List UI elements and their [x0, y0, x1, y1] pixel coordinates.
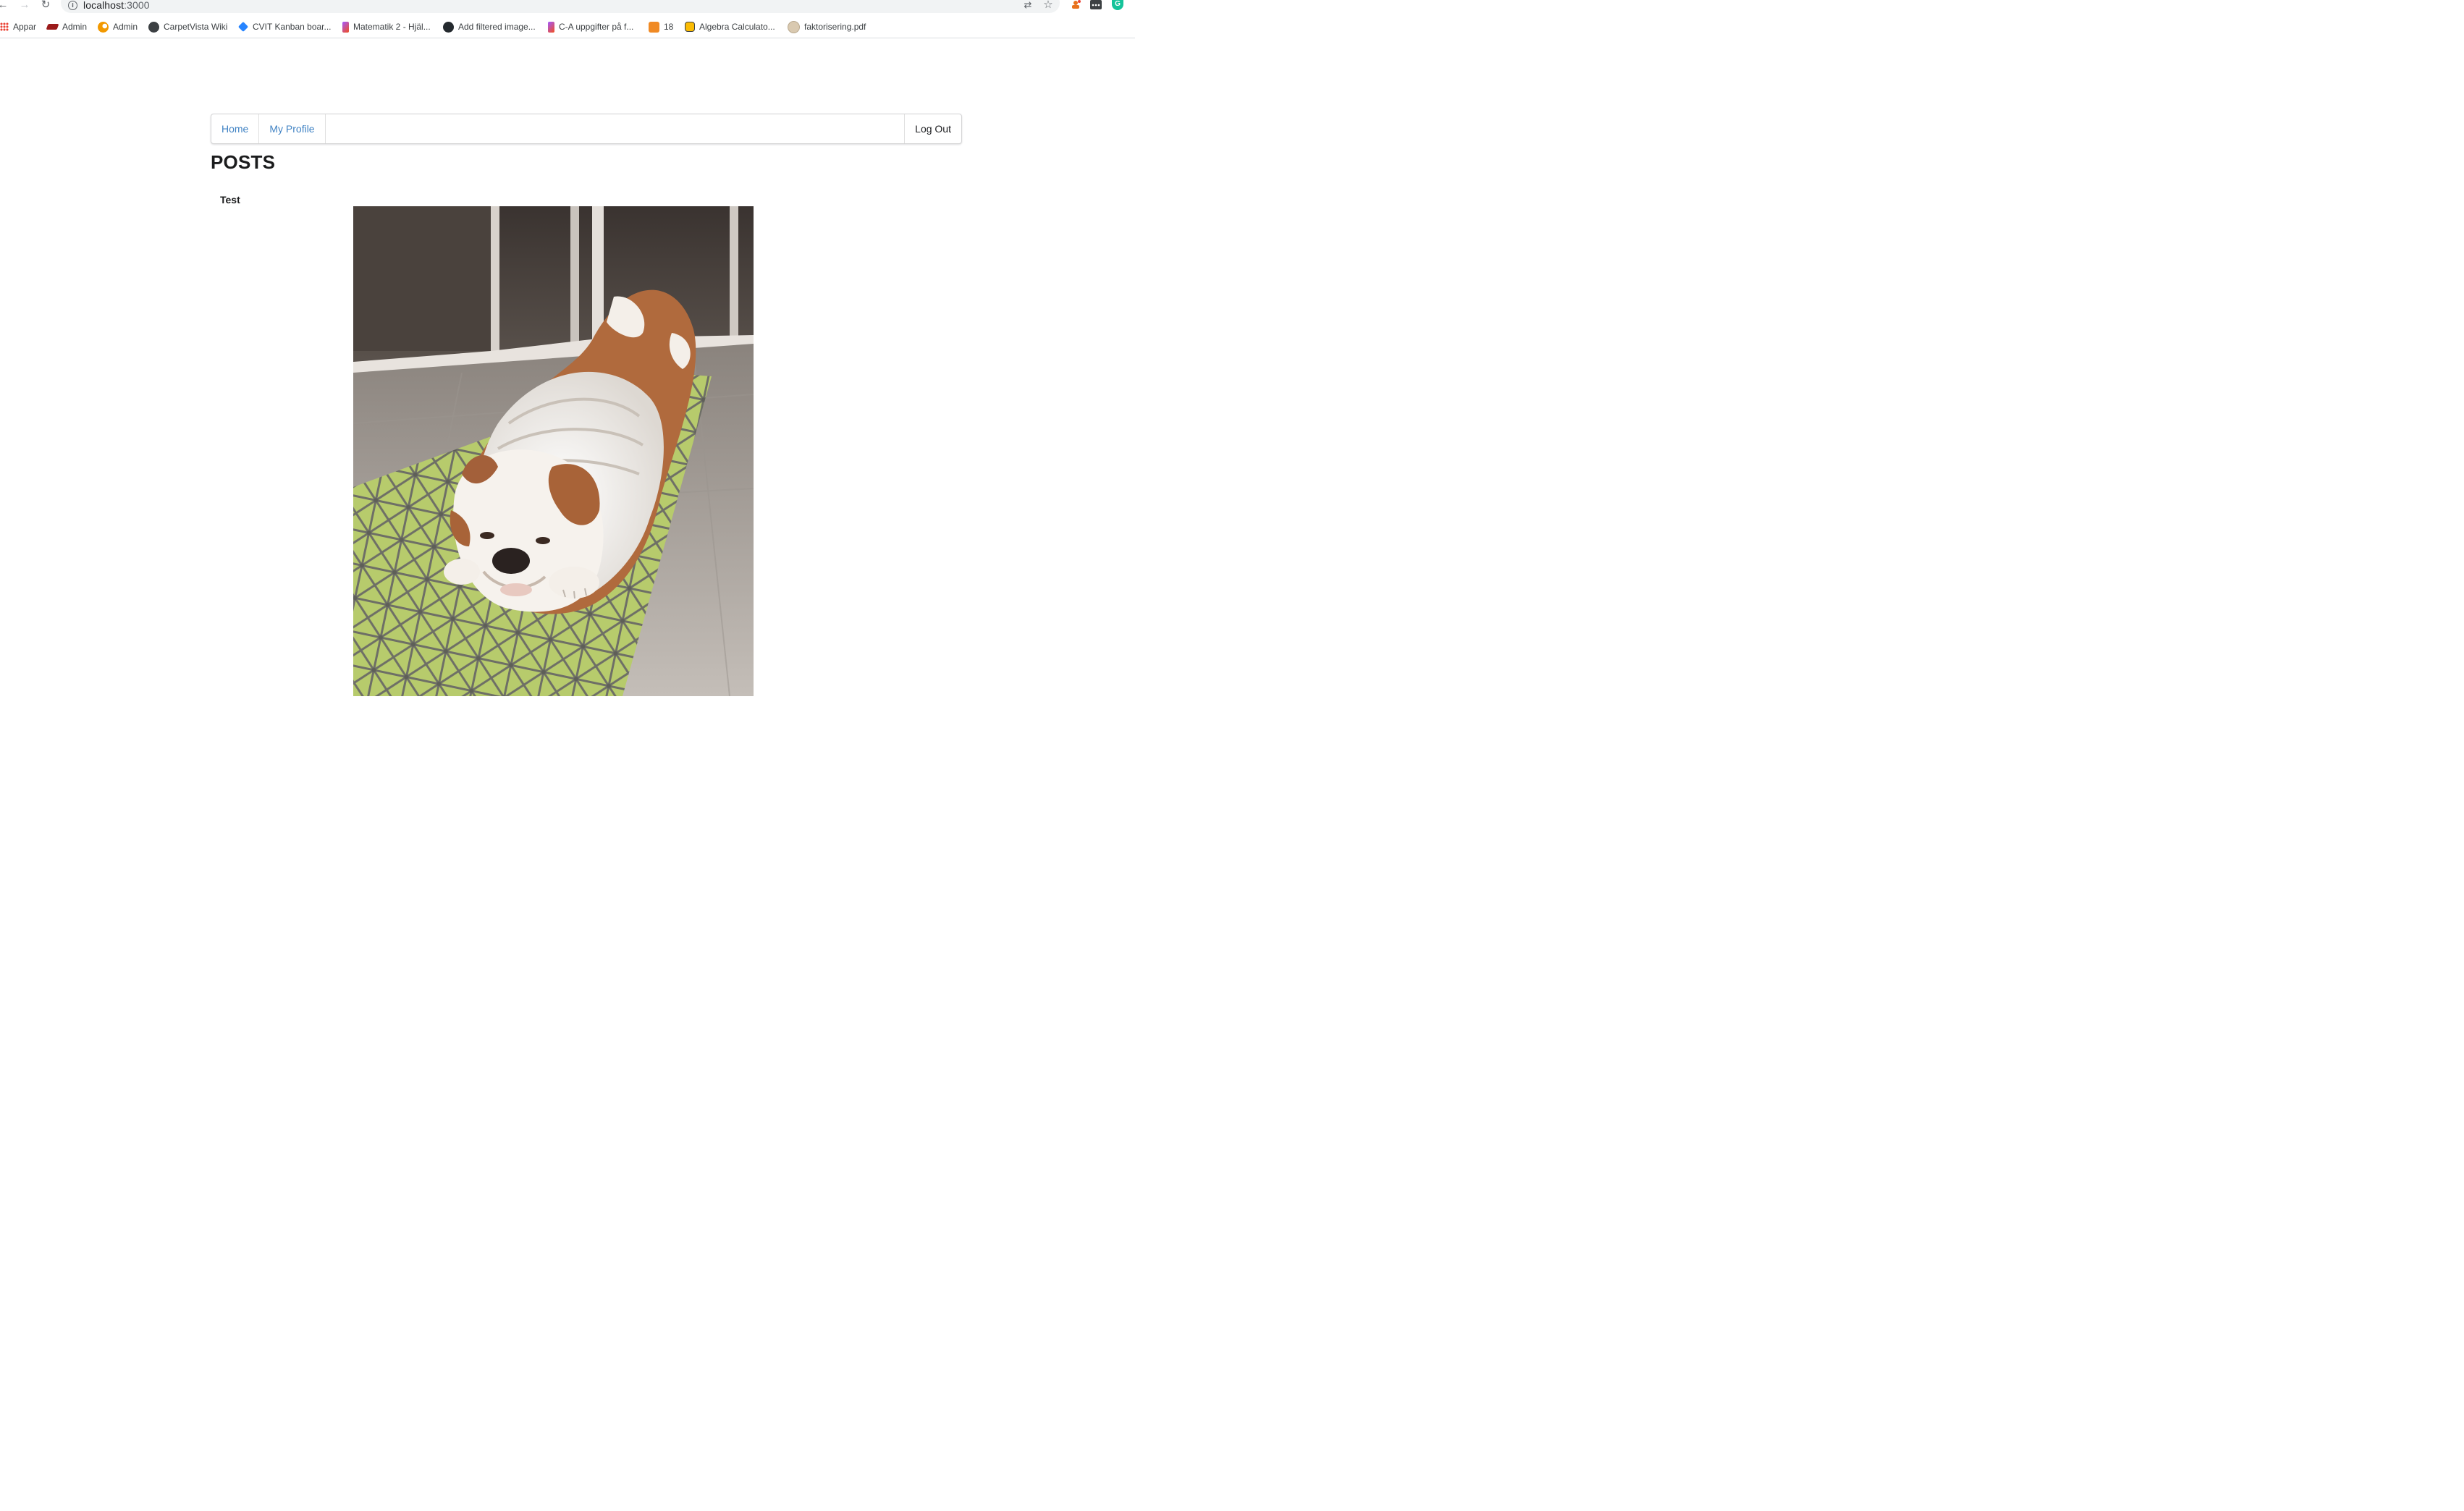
address-bar[interactable]: i localhost:3000: [61, 0, 1060, 13]
globe-icon: [148, 21, 159, 33]
apps-grid-icon: [0, 22, 9, 31]
admin-red-icon: [46, 24, 59, 30]
top-menu: Home My Profile Log Out: [211, 114, 962, 144]
bookmark-algebra-calculator[interactable]: Algebra Calculato...: [685, 20, 775, 33]
bookmark-label: Admin: [62, 22, 88, 32]
bookmark-carpetvista-wiki[interactable]: CarpetVista Wiki: [148, 20, 227, 33]
extension-icon[interactable]: [1070, 0, 1081, 10]
bookmark-label: Algebra Calculato...: [699, 22, 775, 32]
post-image: [353, 206, 754, 696]
reload-icon[interactable]: ↻: [38, 0, 53, 12]
bookmark-cvit-kanban[interactable]: CVIT Kanban boar...: [237, 20, 332, 33]
github-icon: [443, 21, 454, 33]
bookmark-label: Matematik 2 - Hjäl...: [353, 22, 431, 32]
figma-icon: [342, 21, 349, 33]
bookmark-18[interactable]: 18: [649, 20, 673, 33]
jira-icon: [237, 21, 249, 33]
post-title: Test: [220, 194, 240, 206]
bookmarks-bar: Appar Admin Admin CarpetVista Wiki CVIT …: [0, 16, 1135, 38]
calculator-icon: [685, 22, 695, 32]
bookmark-apps[interactable]: Appar: [0, 20, 36, 33]
menu-spacer: [326, 114, 905, 143]
bookmark-admin[interactable]: Admin: [98, 20, 138, 33]
bookmark-label: Appar: [13, 22, 37, 32]
admin-orange-icon: [98, 21, 109, 33]
back-arrow-icon[interactable]: ←: [0, 0, 10, 12]
nav-my-profile-link[interactable]: My Profile: [259, 114, 326, 143]
pdf-icon: [788, 20, 800, 33]
star-icon[interactable]: ☆: [1042, 0, 1054, 10]
bookmark-label: Add filtered image...: [458, 22, 536, 32]
info-icon[interactable]: i: [68, 1, 77, 10]
browser-toolbar: ← → ↻ i localhost:3000 ⇄ ☆ G: [0, 0, 1135, 14]
page-title: POSTS: [211, 151, 276, 173]
box-icon: [649, 21, 659, 33]
bookmark-matematik[interactable]: Matematik 2 - Hjäl...: [342, 20, 431, 33]
extension-icon[interactable]: [1090, 0, 1102, 9]
bookmark-label: CVIT Kanban boar...: [253, 22, 332, 32]
log-out-button[interactable]: Log Out: [904, 114, 961, 143]
url-host: localhost: [83, 0, 125, 11]
url-port: :3000: [124, 0, 150, 11]
bookmark-admin[interactable]: Admin: [46, 20, 88, 33]
translate-icon[interactable]: ⇄: [1022, 0, 1034, 10]
bookmark-label: 18: [664, 22, 674, 32]
bookmark-c-a-uppgifter[interactable]: C-A uppgifter på f...: [548, 20, 633, 33]
forward-arrow-icon[interactable]: →: [17, 0, 32, 12]
bookmark-label: C-A uppgifter på f...: [559, 22, 634, 32]
bookmark-label: faktorisering.pdf: [804, 22, 866, 32]
url-text[interactable]: localhost:3000: [83, 0, 150, 11]
bookmark-label: CarpetVista Wiki: [164, 22, 228, 32]
figma-icon: [548, 21, 554, 33]
bookmark-github[interactable]: Add filtered image...: [443, 20, 536, 33]
bookmark-label: Admin: [113, 22, 138, 32]
bookmark-faktorisering[interactable]: faktorisering.pdf: [788, 20, 866, 33]
nav-home-link[interactable]: Home: [211, 114, 260, 143]
grammarly-icon[interactable]: G: [1112, 0, 1123, 10]
